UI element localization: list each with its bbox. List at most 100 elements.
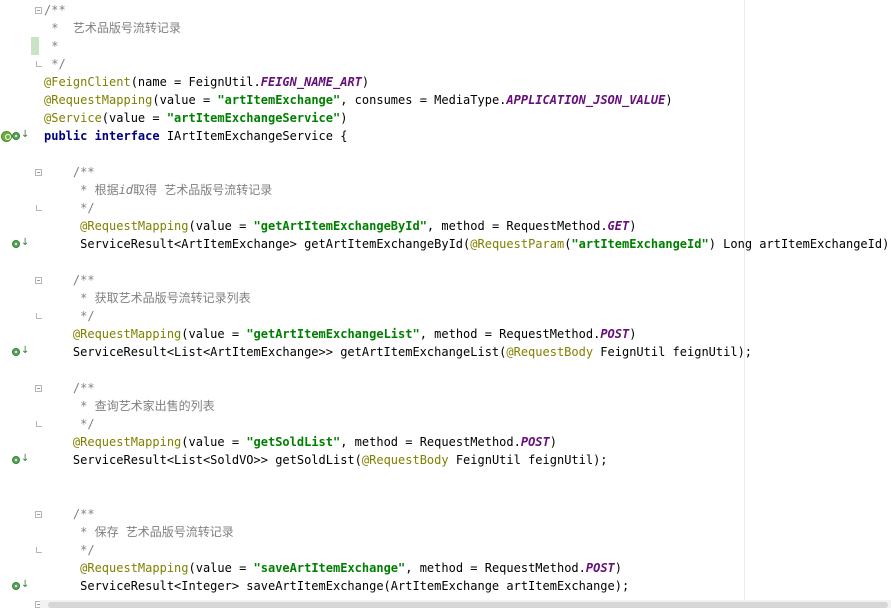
code-token-comment: * 保存 艺术品版号流转记录 <box>44 525 234 539</box>
code-line[interactable]: */ <box>44 307 95 325</box>
code-token-plain: (value = <box>188 561 254 575</box>
code-line[interactable]: ServiceResult<List<ArtItemExchange>> get… <box>44 343 752 361</box>
horizontal-scrollbar[interactable] <box>40 600 891 608</box>
code-line[interactable]: @FeignClient(name = FeignUtil.FEIGN_NAME… <box>44 73 369 91</box>
code-line[interactable]: ServiceResult<ArtItemExchange> getArtIte… <box>44 235 891 253</box>
code-line[interactable]: * 获取艺术品版号流转记录列表 <box>44 289 250 307</box>
code-line[interactable]: /** <box>44 379 95 397</box>
arrow-down-icon: ↓ <box>21 453 30 464</box>
code-token-comment: */ <box>44 309 95 323</box>
code-token-comment: /** <box>72 165 95 179</box>
code-token-plain: FeignUtil feignUtil); <box>448 453 608 467</box>
code-token-comment: /** <box>72 273 95 287</box>
fold-toggle-icon[interactable] <box>35 511 42 518</box>
code-token-annotation: @RequestMapping <box>80 219 189 233</box>
code-line[interactable]: /** <box>44 505 95 523</box>
code-token-constant: GET <box>607 219 630 233</box>
code-line[interactable]: public interface IArtItemExchangeService… <box>44 127 347 145</box>
code-token-comment: /** <box>72 381 95 395</box>
fold-toggle-icon[interactable] <box>35 277 42 284</box>
code-token-constant: POST <box>520 435 550 449</box>
code-line[interactable]: * 艺术品版号流转记录 <box>44 19 181 37</box>
code-line[interactable]: */ <box>44 199 95 217</box>
implementation-dot-icon <box>12 582 20 590</box>
code-line[interactable]: @RequestMapping(value = "artItemExchange… <box>44 91 673 109</box>
implemented-method-icon[interactable]: ↓ <box>12 237 30 250</box>
fold-end-icon <box>36 421 42 427</box>
code-token-plain: ) Long artItemExchangeId); <box>708 237 891 251</box>
code-token-comment: /** <box>44 3 66 17</box>
code-token-plain: ) <box>361 75 370 89</box>
code-line[interactable]: /** <box>44 271 95 289</box>
code-line[interactable]: * 根据id取得 艺术品版号流转记录 <box>44 181 272 199</box>
code-line[interactable]: */ <box>44 415 94 433</box>
code-token-string: "getArtItemExchangeList" <box>246 327 420 341</box>
arrow-down-icon: ↓ <box>21 345 30 356</box>
implementation-dot-icon <box>12 348 20 356</box>
code-token-string: "getArtItemExchangeById" <box>253 219 427 233</box>
implemented-method-icon[interactable]: ↓ <box>12 453 30 466</box>
code-token-constant: POST <box>600 327 630 341</box>
code-token-plain: (value = <box>181 435 247 449</box>
code-line[interactable]: /** <box>44 1 66 19</box>
code-line[interactable]: * 查询艺术家出售的列表 <box>44 397 214 415</box>
code-editor[interactable]: ↓ ↓ ↓ ↓ ↓ /** * 艺术品版号流转记录 * */ @FeignClie… <box>0 0 891 608</box>
arrow-down-icon: ↓ <box>21 237 30 248</box>
implementation-dot-icon <box>12 132 20 140</box>
code-token-string: "artItemExchangeId" <box>571 237 709 251</box>
code-token-annotation: @RequestMapping <box>72 327 182 341</box>
code-token-annotation: @RequestBody <box>506 345 594 359</box>
code-token-comment: */ <box>44 201 95 215</box>
fold-toggle-icon[interactable] <box>35 7 42 14</box>
code-token-plain: , method = RequestMethod. <box>405 561 586 575</box>
code-token-annotation: @RequestMapping <box>44 93 153 107</box>
code-token-comment: /** <box>72 507 95 521</box>
code-token-plain: ServiceResult<List<ArtItemExchange>> get… <box>44 345 507 359</box>
code-line[interactable]: @Service(value = "artItemExchangeService… <box>44 109 347 127</box>
fold-toggle-icon[interactable] <box>35 385 42 392</box>
code-token-string: "artItemExchangeService" <box>166 111 341 125</box>
code-token-plain: ) <box>629 219 637 233</box>
code-line[interactable]: */ <box>44 55 65 73</box>
code-line[interactable]: ServiceResult<List<SoldVO>> getSoldList(… <box>44 451 608 469</box>
implemented-method-icon[interactable]: ↓ <box>12 579 29 592</box>
code-token-plain: (name = FeignUtil. <box>130 75 261 89</box>
code-line[interactable]: @RequestMapping(value = "getArtItemExcha… <box>44 325 637 343</box>
code-line[interactable]: @RequestMapping(value = "saveArtItemExch… <box>44 559 622 577</box>
code-token-annotation: @RequestParam <box>470 237 565 251</box>
code-token-comment: * 根据 <box>44 183 119 197</box>
code-token-string: "getSoldList" <box>246 435 341 449</box>
code-line[interactable]: @RequestMapping(value = "getArtItemExcha… <box>44 217 636 235</box>
implemented-interface-icon[interactable]: ↓ <box>12 129 29 142</box>
code-line[interactable]: ServiceResult<Integer> saveArtItemExchan… <box>44 577 629 595</box>
implementation-dot-icon <box>12 240 20 248</box>
code-line[interactable]: * <box>44 37 58 55</box>
code-lines[interactable]: /** * 艺术品版号流转记录 * */ @FeignClient(name = … <box>44 1 891 601</box>
code-token-comment: */ <box>44 543 95 557</box>
editor-gutter[interactable]: ↓ ↓ ↓ ↓ ↓ <box>0 0 42 608</box>
code-token-plain: ) <box>549 435 557 449</box>
fold-toggle-icon[interactable] <box>35 169 42 176</box>
implemented-method-icon[interactable]: ↓ <box>12 345 30 358</box>
vcs-change-marker[interactable] <box>31 37 39 55</box>
code-token-plain: (value = <box>181 327 247 341</box>
implementation-dot-icon <box>12 456 20 464</box>
code-token-plain: (value = <box>152 93 218 107</box>
scrollbar-thumb[interactable] <box>48 602 888 608</box>
code-line[interactable]: * 保存 艺术品版号流转记录 <box>44 523 234 541</box>
code-token-plain: ServiceResult<ArtItemExchange> getArtIte… <box>44 237 471 251</box>
code-token-comment-italic: id <box>118 183 134 197</box>
code-token-annotation: @RequestMapping <box>72 435 182 449</box>
code-token-string: "artItemExchange" <box>217 93 341 107</box>
code-line[interactable]: */ <box>44 541 95 559</box>
spring-bean-icon[interactable] <box>1 131 12 142</box>
code-token-constant: APPLICATION_JSON_VALUE <box>506 93 666 107</box>
code-line[interactable]: /** <box>44 163 95 181</box>
code-line[interactable]: @RequestMapping(value = "getSoldList", m… <box>44 433 557 451</box>
code-token-comment: * 艺术品版号流转记录 <box>44 21 181 35</box>
